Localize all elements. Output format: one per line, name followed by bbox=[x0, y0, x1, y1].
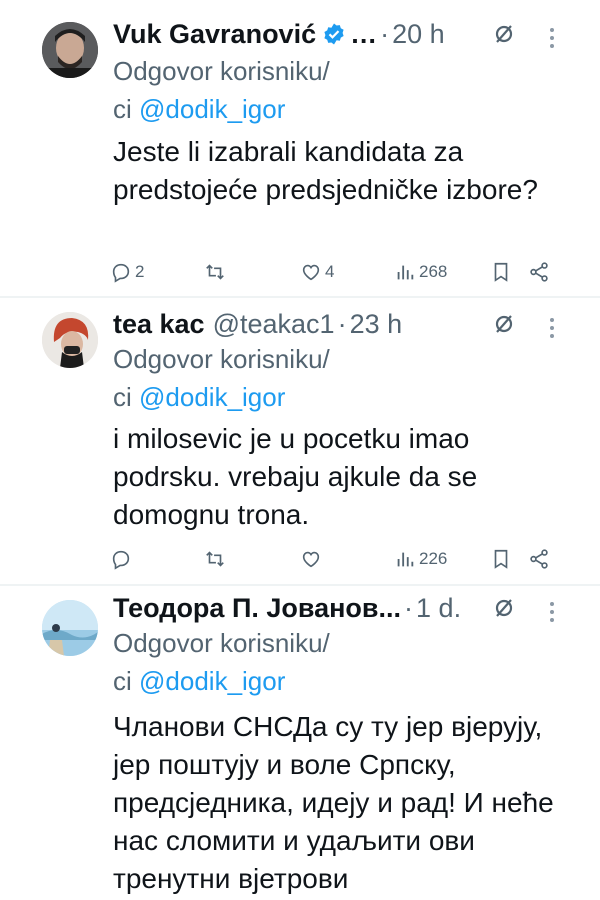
more-icon[interactable] bbox=[548, 600, 556, 624]
author-name[interactable]: Vuk Gavranović bbox=[113, 19, 316, 50]
tweet-time[interactable]: 20 h bbox=[392, 19, 445, 50]
author-name[interactable]: tea kac bbox=[113, 309, 205, 340]
reply-prefix-2: ci bbox=[113, 94, 132, 124]
reply-prefix-2: ci bbox=[113, 382, 132, 412]
author-handle[interactable]: @teakac1 bbox=[213, 309, 335, 340]
mention-link[interactable]: @dodik_igor bbox=[139, 666, 285, 696]
tweet-3[interactable]: Теодора П. Јованов... · 1 d. Odgovor kor… bbox=[0, 586, 600, 900]
views-count: 226 bbox=[419, 549, 448, 568]
retweet-button[interactable] bbox=[204, 257, 229, 287]
retweet-icon bbox=[206, 264, 224, 280]
views-icon bbox=[397, 265, 414, 280]
more-icon[interactable] bbox=[548, 316, 556, 340]
share-button[interactable] bbox=[528, 257, 550, 287]
reply-button[interactable]: 2 bbox=[110, 257, 144, 287]
like-button[interactable]: 4 bbox=[300, 257, 334, 287]
reply-icon bbox=[112, 550, 130, 570]
author-name[interactable]: Теодора П. Јованов... bbox=[113, 593, 401, 624]
retweet-icon bbox=[206, 551, 224, 567]
like-button[interactable] bbox=[300, 544, 322, 574]
verified-badge-icon bbox=[324, 23, 344, 45]
tweet-actions: 226 bbox=[110, 544, 560, 574]
reply-context: Odgovor korisniku/ ci @dodik_igor bbox=[113, 52, 330, 128]
like-icon bbox=[302, 551, 320, 568]
avatar-vuk[interactable] bbox=[42, 22, 98, 78]
share-button[interactable] bbox=[528, 544, 550, 574]
bookmark-icon bbox=[494, 262, 508, 282]
name-truncation: … bbox=[350, 18, 378, 49]
reply-prefix: Odgovor korisniku/ bbox=[113, 628, 330, 658]
reply-count: 2 bbox=[135, 262, 145, 281]
share-icon bbox=[530, 549, 548, 569]
retweet-button[interactable] bbox=[204, 544, 226, 574]
tweet-text: i milosevic je u pocetku imao podrsku. v… bbox=[113, 423, 478, 530]
bookmark-button[interactable] bbox=[490, 257, 512, 287]
tweet-actions: 2 4 268 bbox=[110, 257, 560, 287]
reply-prefix: Odgovor korisniku/ bbox=[113, 56, 330, 86]
more-icon[interactable] bbox=[548, 26, 556, 50]
reply-prefix: Odgovor korisniku/ bbox=[113, 344, 330, 374]
tweet-text: Чланови СНСДа су ту јер вјерују, јер пош… bbox=[113, 711, 554, 894]
like-icon bbox=[302, 264, 320, 281]
like-count: 4 bbox=[325, 262, 335, 281]
tweet-time[interactable]: 1 d. bbox=[416, 593, 461, 624]
reply-context: Odgovor korisniku/ ci @dodik_igor bbox=[113, 624, 330, 700]
views-icon bbox=[397, 552, 414, 567]
views-button[interactable]: 226 bbox=[394, 544, 447, 574]
reply-button[interactable] bbox=[110, 544, 132, 574]
separator-dot: · bbox=[337, 308, 347, 339]
avatar-teodora[interactable] bbox=[42, 600, 98, 656]
mention-link[interactable]: @dodik_igor bbox=[139, 94, 285, 124]
views-button[interactable]: 268 bbox=[394, 257, 447, 287]
grok-icon[interactable] bbox=[492, 312, 516, 336]
grok-icon[interactable] bbox=[492, 596, 516, 620]
tweet-time[interactable]: 23 h bbox=[350, 309, 403, 340]
reply-icon bbox=[112, 263, 130, 283]
reply-context: Odgovor korisniku/ ci @dodik_igor bbox=[113, 340, 330, 416]
grok-icon[interactable] bbox=[492, 22, 516, 46]
separator-dot: · bbox=[380, 18, 390, 49]
share-icon bbox=[530, 262, 548, 282]
avatar-tea[interactable] bbox=[42, 312, 98, 368]
tweet-2[interactable]: tea kac @teakac1 · 23 h Odgovor korisnik… bbox=[0, 298, 600, 584]
views-count: 268 bbox=[419, 262, 448, 281]
reply-prefix-2: ci bbox=[113, 666, 132, 696]
tweet-text: Jeste li izabrali kandidata za predstoje… bbox=[113, 136, 538, 205]
separator-dot: · bbox=[404, 592, 414, 623]
mention-link[interactable]: @dodik_igor bbox=[139, 382, 285, 412]
bookmark-button[interactable] bbox=[490, 544, 512, 574]
tweet-1[interactable]: Vuk Gavranović … · 20 h Odgovor korisnik… bbox=[0, 0, 600, 296]
bookmark-icon bbox=[494, 549, 508, 569]
